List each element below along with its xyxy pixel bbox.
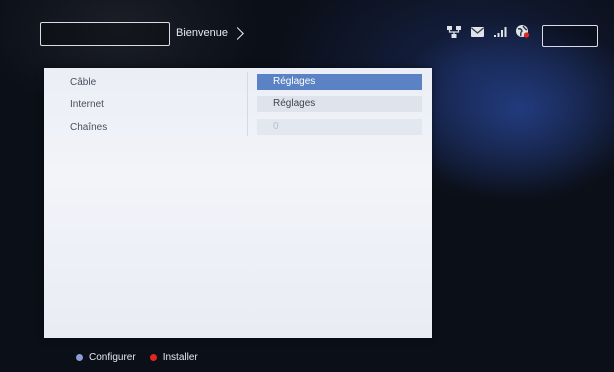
cable-settings-button[interactable]: Réglages	[257, 74, 422, 90]
tv-screen: Bienvenue Câble Internet Chaînes Réglage…	[0, 0, 614, 372]
mail-icon	[470, 25, 485, 43]
breadcrumb: Bienvenue	[176, 25, 244, 41]
column-divider	[247, 72, 248, 136]
internet-settings-button[interactable]: Réglages	[257, 96, 422, 112]
network-icon	[446, 25, 462, 44]
signal-bars-icon	[493, 25, 507, 43]
red-button-icon	[149, 353, 157, 361]
settings-panel: Câble Internet Chaînes Réglages Réglages…	[44, 68, 432, 338]
hint-install-label: Installer	[162, 351, 198, 363]
blue-button-icon	[76, 353, 83, 361]
hint-configure-label: Configurer	[89, 351, 136, 363]
channels-count-value: 0	[257, 119, 422, 135]
footer-hints: Configurer Installer	[76, 350, 212, 364]
hint-install[interactable]: Installer	[149, 351, 198, 363]
top-right-field	[542, 25, 598, 47]
breadcrumb-label: Bienvenue	[176, 27, 228, 39]
top-left-field	[40, 22, 170, 46]
globe-icon	[515, 24, 530, 44]
row-label-internet: Internet	[70, 99, 104, 110]
chevron-right-icon	[231, 26, 244, 40]
row-label-cable: Câble	[70, 77, 97, 88]
status-icons	[446, 24, 530, 44]
hint-configure[interactable]: Configurer	[76, 352, 136, 363]
row-label-chaines: Chaînes	[70, 122, 108, 133]
